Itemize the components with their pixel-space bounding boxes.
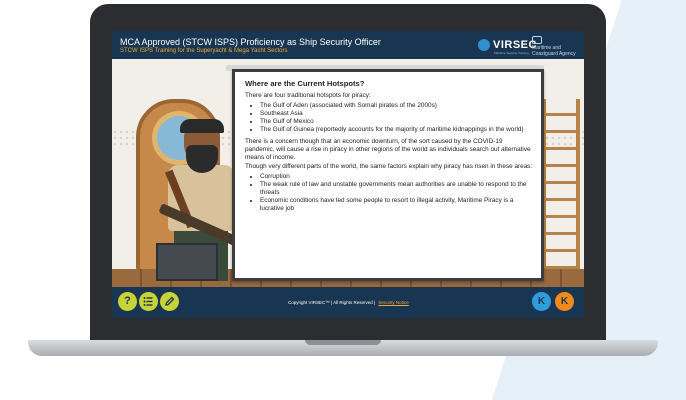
ladder <box>542 99 580 287</box>
factor-list: Corruption The weak rule of law and unst… <box>245 173 533 213</box>
help-button[interactable]: ? <box>118 292 137 311</box>
slide-content: Where are the Current Hotspots? There ar… <box>245 80 533 217</box>
agency-logo: Maritime and Coastguard Agency <box>532 36 580 57</box>
list-icon <box>143 297 153 306</box>
content-board: Where are the Current Hotspots? There ar… <box>232 69 544 281</box>
help-icon: ? <box>124 295 131 307</box>
hotspot-list: The Gulf of Aden (associated with Somali… <box>245 102 533 134</box>
slide-paragraph: Though very different parts of the world… <box>245 163 533 170</box>
agency-name: Maritime and Coastguard Agency <box>532 45 576 57</box>
list-item: The Gulf of Guinea (reportedly accounts … <box>260 126 533 134</box>
menu-button[interactable] <box>139 292 158 311</box>
crate <box>156 243 218 281</box>
list-item: Southeast Asia <box>260 110 533 118</box>
player-footer: ? Copyright VIRSEC™ | All Rights Reserve… <box>112 287 584 318</box>
copyright-text: Copyright VIRSEC™ | All Rights Reserved … <box>288 300 409 305</box>
laptop-screen: MCA Approved (STCW ISPS) Proficiency as … <box>112 31 584 318</box>
logo-mark-icon <box>478 39 490 51</box>
slide-stage: Where are the Current Hotspots? There ar… <box>112 59 584 287</box>
next-button[interactable]: K <box>555 292 574 311</box>
course-subtitle: STCW ISPS Training for the Superyacht & … <box>120 48 288 54</box>
pirate-headscarf <box>180 119 224 133</box>
list-item: The Gulf of Aden (associated with Somali… <box>260 102 533 110</box>
security-notice-link[interactable]: Security Notice <box>378 300 408 305</box>
pencil-icon <box>165 296 175 306</box>
list-item: Economic conditions have led some people… <box>260 197 533 213</box>
next-icon: K <box>560 296 569 307</box>
copyright-label: Copyright VIRSEC™ | All Rights Reserved … <box>288 300 376 305</box>
crest-icon <box>532 36 542 44</box>
previous-icon: K <box>537 296 546 307</box>
slide-heading: Where are the Current Hotspots? <box>245 79 365 88</box>
list-item: The weak rule of law and unstable govern… <box>260 181 533 197</box>
slide-paragraph: There is a concern though that an econom… <box>245 138 531 161</box>
course-header: MCA Approved (STCW ISPS) Proficiency as … <box>112 31 584 59</box>
notes-button[interactable] <box>160 292 179 311</box>
slide-intro: There are four traditional hotspots for … <box>245 92 371 99</box>
laptop-notch <box>305 340 381 345</box>
list-item: Corruption <box>260 173 533 181</box>
logo-tagline: Maritime Security Training <box>494 51 529 55</box>
logo-text: VIRSEC <box>493 39 537 51</box>
previous-button[interactable]: K <box>532 292 551 311</box>
list-item: The Gulf of Mexico <box>260 118 533 126</box>
virsec-logo: VIRSEC Maritime Security Training <box>478 37 537 55</box>
course-title: MCA Approved (STCW ISPS) Proficiency as … <box>120 37 381 47</box>
